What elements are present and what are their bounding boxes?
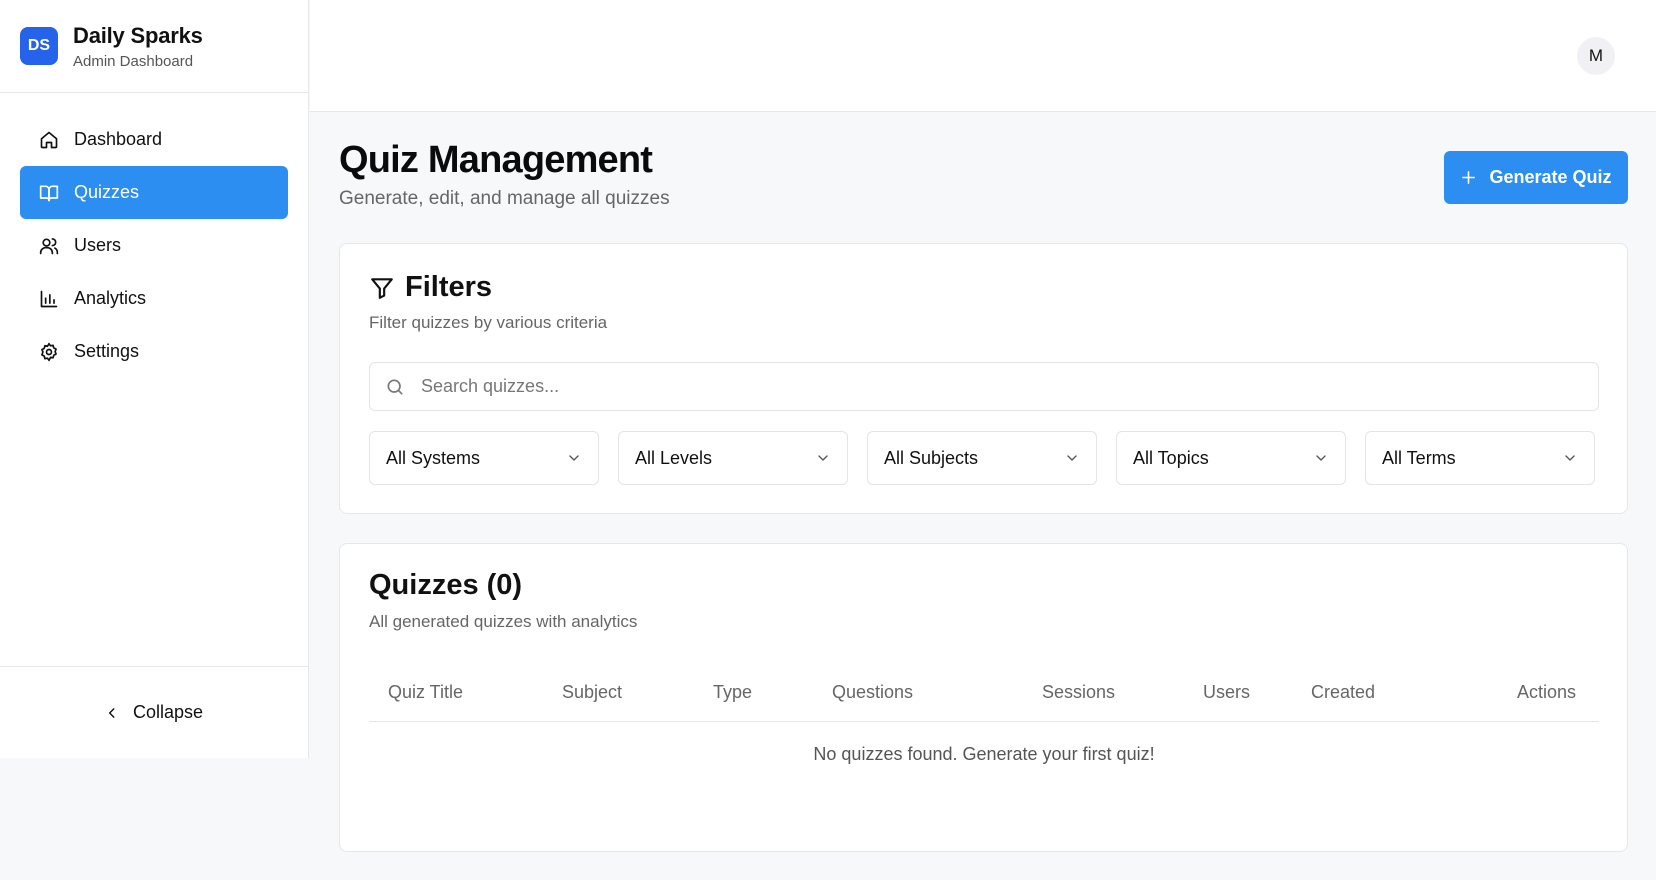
- brand-name: Daily Sparks: [73, 22, 203, 48]
- chevron-down-icon: [1565, 455, 1575, 461]
- collapse-button[interactable]: Collapse: [0, 666, 308, 758]
- search-box: [369, 362, 1599, 411]
- brand-subtitle: Admin Dashboard: [73, 52, 194, 70]
- column-header-sessions[interactable]: Sessions: [1042, 682, 1115, 703]
- select-value: All Terms: [1382, 447, 1456, 468]
- column-header-users[interactable]: Users: [1203, 682, 1250, 703]
- brand: DS Daily Sparks Admin Dashboard: [0, 0, 308, 93]
- search-icon: [387, 379, 403, 394]
- filters-subtitle: Filter quizzes by various criteria: [369, 313, 608, 332]
- column-header-actions: Actions: [1517, 682, 1577, 702]
- app-root: DS Daily Sparks Admin Dashboard Dashboar…: [0, 0, 1656, 880]
- level-select[interactable]: All Levels: [618, 431, 848, 485]
- select-value: All Subjects: [884, 447, 979, 468]
- select-value: All Systems: [386, 447, 481, 468]
- generate-quiz-label: Generate Quiz: [1489, 167, 1612, 187]
- brand-text: Daily Sparks Admin Dashboard: [73, 23, 203, 70]
- users-icon: [39, 237, 59, 254]
- top-bar: M: [310, 0, 1656, 112]
- generate-quiz-button[interactable]: Generate Quiz: [1444, 151, 1628, 204]
- sidebar: DS Daily Sparks Admin Dashboard Dashboar…: [0, 0, 309, 758]
- bar-chart-icon: [40, 290, 58, 307]
- plus-icon: [1462, 171, 1476, 184]
- sidebar-item-label: Analytics: [74, 288, 147, 308]
- sidebar-item-settings[interactable]: Settings: [20, 325, 288, 378]
- sidebar-item-label: Settings: [74, 341, 140, 361]
- quizzes-table: Quiz Title Subject Type Questions Sessio…: [369, 664, 1599, 764]
- topic-select[interactable]: All Topics: [1116, 431, 1346, 485]
- page-subtitle: Generate, edit, and manage all quizzes: [339, 188, 670, 209]
- quizzes-subtitle: All generated quizzes with analytics: [369, 612, 638, 631]
- sidebar-nav: Dashboard Quizzes Users Analytics Settin…: [0, 93, 308, 378]
- brand-logo: DS: [20, 27, 58, 65]
- column-header-type[interactable]: Type: [713, 682, 752, 703]
- home-icon: [40, 131, 58, 148]
- sidebar-item-analytics[interactable]: Analytics: [20, 272, 288, 325]
- chevron-down-icon: [818, 455, 828, 461]
- column-header-created[interactable]: Created: [1311, 682, 1375, 703]
- select-value: All Topics: [1133, 447, 1209, 468]
- sidebar-item-quizzes[interactable]: Quizzes: [20, 166, 288, 219]
- gear-icon: [41, 342, 57, 361]
- chevron-down-icon: [569, 455, 579, 461]
- filters-title: Filters: [369, 271, 492, 304]
- search-input[interactable]: [421, 376, 1571, 397]
- sidebar-item-label: Users: [74, 235, 122, 255]
- table-header: Quiz Title Subject Type Questions Sessio…: [369, 664, 1599, 722]
- sidebar-item-users[interactable]: Users: [20, 219, 288, 272]
- filter-icon: [371, 277, 393, 299]
- chevron-down-icon: [1316, 455, 1326, 461]
- collapse-label: Collapse: [132, 702, 204, 722]
- sidebar-item-label: Dashboard: [74, 129, 163, 149]
- term-select[interactable]: All Terms: [1365, 431, 1595, 485]
- column-header-subject[interactable]: Subject: [562, 682, 622, 703]
- system-select[interactable]: All Systems: [369, 431, 599, 485]
- subject-select[interactable]: All Subjects: [867, 431, 1097, 485]
- sidebar-item-label: Quizzes: [74, 182, 140, 202]
- quizzes-title: Quizzes (0): [369, 569, 523, 601]
- filter-selects: All Systems All Levels All Subjects All …: [369, 431, 1595, 485]
- column-header-quiz-title[interactable]: Quiz Title: [388, 682, 463, 703]
- filters-title-text: Filters: [405, 271, 493, 303]
- avatar[interactable]: M: [1577, 37, 1615, 75]
- filters-card: Filters Filter quizzes by various criter…: [339, 243, 1628, 514]
- empty-state-message: No quizzes found. Generate your first qu…: [813, 744, 1155, 764]
- page-title: Quiz Management: [339, 139, 653, 181]
- chevron-left-icon: [108, 707, 115, 718]
- select-value: All Levels: [635, 447, 713, 468]
- chevron-down-icon: [1067, 455, 1077, 461]
- book-open-icon: [39, 185, 59, 201]
- column-header-questions[interactable]: Questions: [832, 682, 913, 703]
- sidebar-item-dashboard[interactable]: Dashboard: [20, 113, 288, 166]
- quizzes-card: Quizzes (0) All generated quizzes with a…: [339, 543, 1628, 852]
